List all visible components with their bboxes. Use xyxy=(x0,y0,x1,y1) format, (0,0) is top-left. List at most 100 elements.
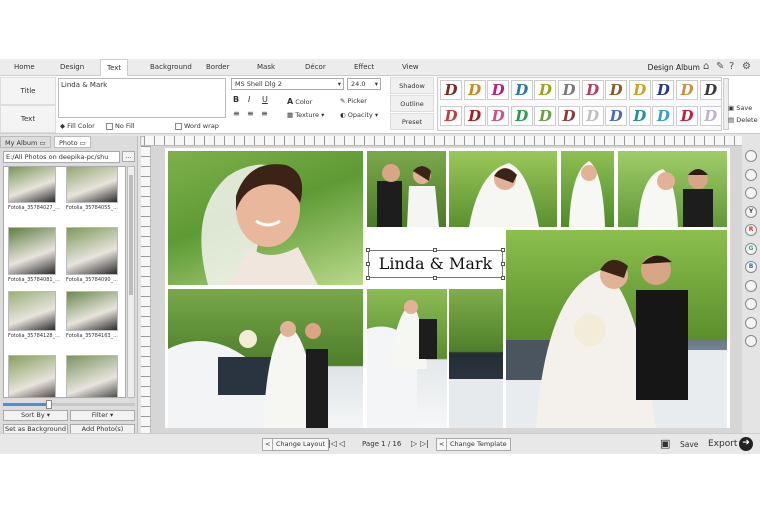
photo-slot-9[interactable] xyxy=(449,289,503,428)
resize-handle[interactable] xyxy=(501,262,505,266)
photo-thumbnail[interactable] xyxy=(66,227,118,275)
photo-slot-2[interactable] xyxy=(367,151,446,227)
no-fill-checkbox[interactable]: No Fill xyxy=(106,122,135,130)
italic-button[interactable]: I xyxy=(248,95,250,104)
arrow-right-icon[interactable]: ➜ xyxy=(739,437,753,451)
save-button[interactable]: Save xyxy=(680,440,698,449)
photo-slot-6[interactable] xyxy=(506,230,727,428)
photo-thumbnail[interactable] xyxy=(8,291,56,331)
adjust-tool-icon[interactable] xyxy=(745,335,757,347)
zoom-slider[interactable] xyxy=(3,400,135,409)
export-button[interactable]: Export xyxy=(708,439,737,449)
menu-view[interactable]: View xyxy=(402,63,419,71)
scrollbar-thumb[interactable] xyxy=(129,175,133,295)
word-wrap-checkbox[interactable]: Word wrap xyxy=(175,122,219,130)
preset-button[interactable]: Preset xyxy=(390,113,434,130)
menu-design[interactable]: Design xyxy=(60,63,84,71)
title-button[interactable]: Title xyxy=(0,77,56,105)
photo-thumbnail[interactable] xyxy=(66,355,118,397)
adjust-tool-icon[interactable] xyxy=(745,187,757,199)
change-template-button[interactable]: Change Template xyxy=(446,438,511,451)
folder-path-select[interactable]: E:/All Photos on deepika-pc/shu xyxy=(3,151,120,163)
text-style-swatch[interactable]: D xyxy=(676,80,698,100)
adjust-tool-icon[interactable]: Y xyxy=(745,205,757,218)
menu-border[interactable]: Border xyxy=(206,63,229,71)
menu-effect[interactable]: Effect xyxy=(354,63,374,71)
text-style-swatch[interactable]: D xyxy=(463,106,486,126)
adjust-tool-icon[interactable]: G xyxy=(745,242,757,255)
sort-by-button[interactable]: Sort By ▾ xyxy=(3,410,68,421)
settings-icon[interactable]: ⚙ xyxy=(742,61,751,72)
bold-button[interactable]: B xyxy=(233,95,239,104)
photo-thumbnail[interactable] xyxy=(8,167,56,203)
photo-slot-5[interactable] xyxy=(618,151,727,227)
tab-photo[interactable]: Photo ▭ xyxy=(54,136,91,148)
opacity-button[interactable]: ◐ Opacity ▾ xyxy=(340,111,378,119)
text-style-swatch[interactable]: D xyxy=(581,106,604,126)
text-style-swatch[interactable]: D xyxy=(487,80,510,100)
photo-thumbnail[interactable] xyxy=(8,355,56,397)
adjust-tool-icon[interactable] xyxy=(745,150,757,162)
next-page-icon[interactable]: ▷ xyxy=(411,439,417,448)
font-select[interactable]: MS Shell Dlg 2 ▾ xyxy=(231,78,344,90)
text-input[interactable]: Linda & Mark xyxy=(58,78,226,118)
text-style-swatch[interactable]: D xyxy=(652,80,675,100)
adjust-tool-icon[interactable] xyxy=(745,279,757,292)
delete-style-button[interactable]: ▤ Delete xyxy=(728,116,758,124)
picker-button[interactable]: ✎ Picker xyxy=(340,97,367,105)
text-style-swatch[interactable]: D xyxy=(463,80,486,100)
resize-handle[interactable] xyxy=(433,276,437,280)
adjust-tool-icon[interactable]: R xyxy=(745,224,757,236)
resize-handle[interactable] xyxy=(366,248,370,252)
text-style-swatch[interactable]: D xyxy=(628,106,651,126)
change-layout-button[interactable]: Change Layout xyxy=(272,438,330,451)
menu-home[interactable]: Home xyxy=(14,63,35,71)
resize-handle[interactable] xyxy=(366,276,370,280)
adjust-tool-icon[interactable] xyxy=(745,168,757,181)
help-icon[interactable]: ? xyxy=(729,61,734,72)
photo-slot-8[interactable] xyxy=(367,289,447,428)
tab-my-album[interactable]: My Album ▭ xyxy=(0,136,51,148)
word-wrap-check[interactable] xyxy=(175,122,182,130)
photo-slot-1[interactable] xyxy=(168,151,363,285)
text-style-swatch[interactable]: D xyxy=(558,80,580,100)
font-size-select[interactable]: 24.0 ▾ xyxy=(347,78,381,90)
save-style-button[interactable]: ▣ Save xyxy=(728,104,752,112)
shadow-button[interactable]: Shadow xyxy=(390,77,434,94)
resize-handle[interactable] xyxy=(366,262,370,266)
first-page-icon[interactable]: |◁ xyxy=(328,439,337,448)
text-button[interactable]: Text xyxy=(0,105,56,133)
align-left-icon[interactable]: ≡ xyxy=(233,109,240,118)
text-style-swatch[interactable]: D xyxy=(699,106,722,126)
text-style-swatch[interactable]: D xyxy=(605,80,628,100)
text-style-swatch[interactable]: D xyxy=(652,106,675,126)
photo-slot-4[interactable] xyxy=(561,151,614,227)
text-style-swatch[interactable]: D xyxy=(487,106,510,126)
text-style-swatch[interactable]: D xyxy=(510,80,533,100)
photo-thumbnail[interactable] xyxy=(66,167,118,203)
text-style-swatch[interactable]: D xyxy=(534,80,557,100)
align-right-icon[interactable]: ≡ xyxy=(261,109,268,118)
photo-slot-3[interactable] xyxy=(449,151,557,227)
photo-slot-7[interactable] xyxy=(168,289,363,428)
menu-background[interactable]: Background xyxy=(150,63,192,71)
menu-text[interactable]: Text xyxy=(100,59,129,77)
text-style-swatch[interactable]: D xyxy=(534,106,557,126)
filter-button[interactable]: Filter ▾ xyxy=(70,410,135,421)
adjust-tool-icon[interactable] xyxy=(745,316,757,329)
menu-mask[interactable]: Mask xyxy=(257,63,275,71)
resize-handle[interactable] xyxy=(433,248,437,252)
text-style-swatch[interactable]: D xyxy=(605,106,628,126)
adjust-tool-icon[interactable]: B xyxy=(745,261,757,273)
photo-thumbnail[interactable] xyxy=(8,227,56,275)
tools-icon[interactable]: ✎ xyxy=(716,61,724,72)
text-style-swatch[interactable]: D xyxy=(558,106,580,126)
text-style-swatch[interactable]: D xyxy=(581,80,604,100)
text-style-swatch[interactable]: D xyxy=(440,106,462,126)
prev-page-icon[interactable]: ◁ xyxy=(339,439,345,448)
text-style-swatch[interactable]: D xyxy=(699,80,722,100)
align-center-icon[interactable]: ≡ xyxy=(247,109,254,118)
browse-button[interactable]: ... xyxy=(122,151,135,162)
text-style-swatch[interactable]: D xyxy=(510,106,533,126)
caption-text-box[interactable]: Linda & Mark xyxy=(368,250,503,278)
